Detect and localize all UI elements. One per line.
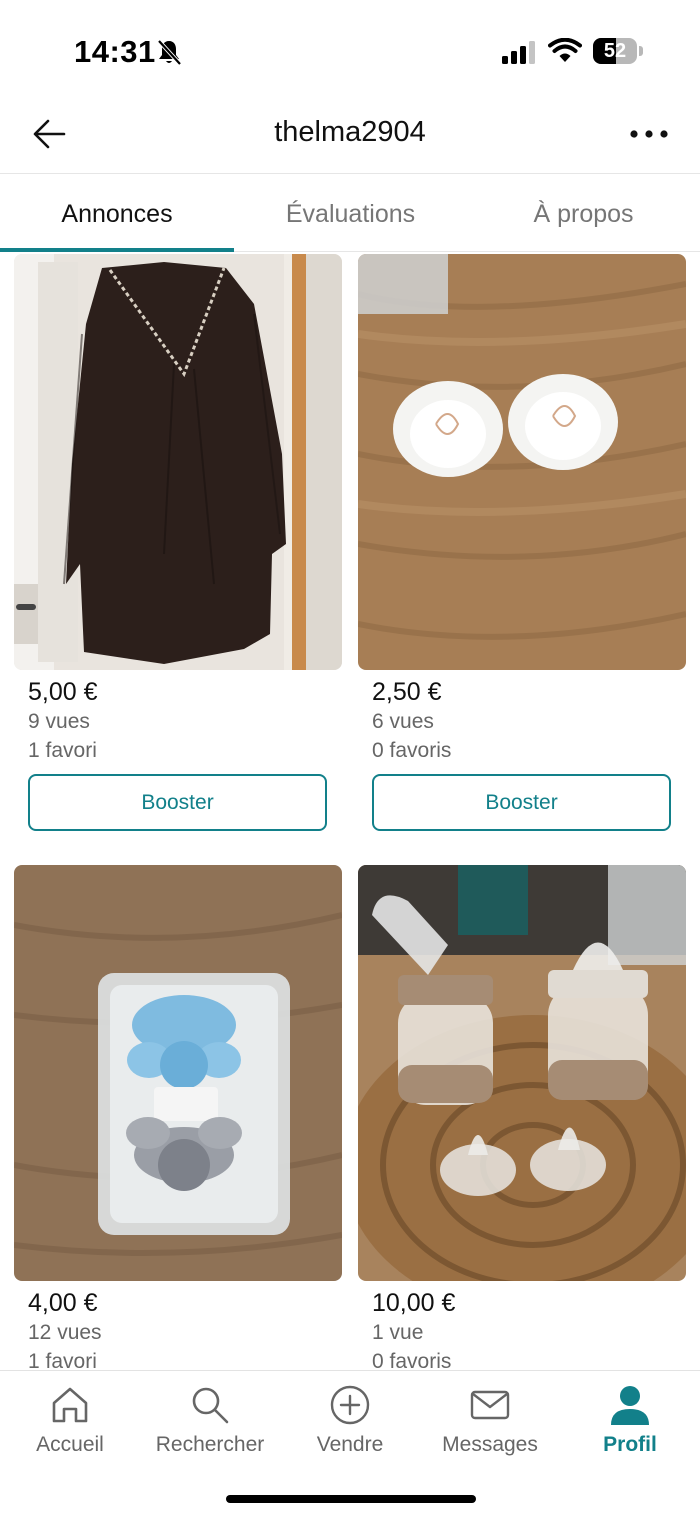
listing-price: 2,50 € [372,678,442,706]
tab-annonces[interactable]: Annonces [0,175,234,252]
cellular-signal-icon [502,41,535,64]
nav-label: Messages [442,1433,538,1456]
bell-muted-icon [157,39,182,66]
listing-favorites: 0 favoris [372,1350,452,1370]
profile-tabs: Annonces Évaluations À propos [0,175,700,252]
listing-favorites: 1 favori [28,739,97,762]
battery-percentage: 52 [603,40,627,62]
search-icon [192,1387,229,1424]
listing-price: 5,00 € [28,678,98,706]
nav-profil[interactable]: Profil [560,1371,700,1471]
listing-views: 12 vues [28,1321,102,1344]
listing-views: 9 vues [28,710,90,733]
page-title: thelma2904 [274,116,426,148]
listing-price: 4,00 € [28,1289,98,1317]
nav-accueil[interactable]: Accueil [0,1371,140,1471]
more-horizontal-icon[interactable] [626,122,672,146]
listing-photo-baby-bottles[interactable] [358,865,686,1281]
listing-photo-black-dress[interactable] [14,254,342,670]
nav-label: Profil [603,1433,657,1456]
listing-views: 6 vues [372,710,434,733]
listing-favorites: 0 favoris [372,739,452,762]
nav-vendre[interactable]: Vendre [280,1371,420,1471]
plus-circle-icon [330,1385,370,1425]
home-indicator [226,1495,476,1503]
listing-views: 1 vue [372,1321,424,1344]
listing-favorites: 1 favori [28,1350,97,1370]
status-bar: 14:31 52 [0,0,700,100]
mail-icon [470,1390,510,1420]
booster-button[interactable]: Booster [28,774,327,831]
booster-button[interactable]: Booster [372,774,671,831]
home-icon [52,1387,88,1423]
nav-rechercher[interactable]: Rechercher [140,1371,280,1471]
nav-messages[interactable]: Messages [420,1371,560,1471]
tab-evaluations[interactable]: Évaluations [234,175,467,252]
nav-label: Accueil [36,1433,104,1456]
nav-label: Vendre [316,1433,384,1456]
listing-price: 10,00 € [372,1289,456,1317]
listings-grid: 5,00 € 9 vues 1 favori Booster 2,50 € 6 … [0,252,700,1370]
status-time: 14:31 [74,34,156,69]
tab-a-propos[interactable]: À propos [467,175,700,252]
profile-icon [611,1386,649,1425]
wifi-icon [548,38,582,62]
battery-indicator: 52 [593,38,643,64]
listing-photo-white-pacifiers[interactable] [358,254,686,670]
bottom-navigation: Accueil Rechercher Vendre Messages Profi… [0,1370,700,1519]
nav-label: Rechercher [155,1433,265,1456]
profile-header: thelma2904 [0,100,700,174]
listing-photo-pacifiers-in-box[interactable] [14,865,342,1281]
